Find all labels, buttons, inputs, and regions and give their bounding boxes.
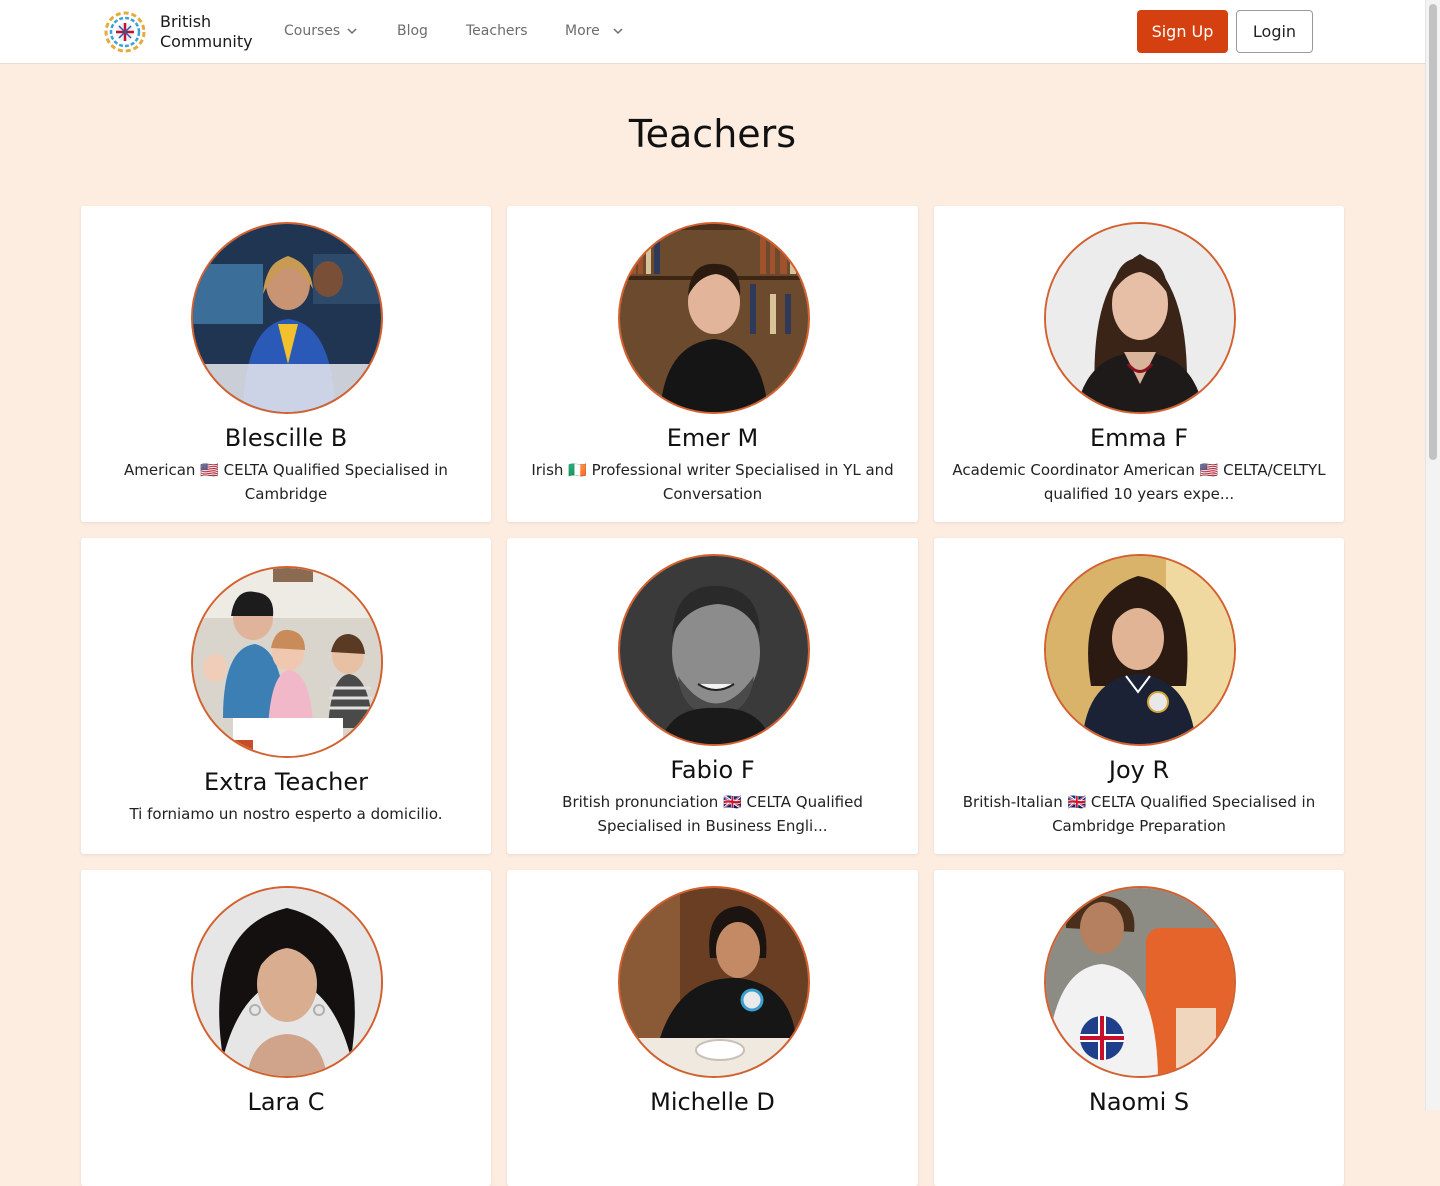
teacher-name: Emma F	[1089, 424, 1189, 452]
teacher-avatar	[617, 222, 810, 414]
nav-courses-label: Courses	[284, 23, 341, 39]
teacher-name: Joy R	[1108, 756, 1170, 784]
teacher-card[interactable]: Extra Teacher Ti forniamo un nostro espe…	[81, 538, 491, 854]
teacher-description: American 🇺🇸 CELTA Qualified Specialised …	[124, 461, 448, 503]
teacher-description: Academic Coordinator American 🇺🇸 CELTA/C…	[952, 461, 1326, 503]
teacher-avatar	[191, 222, 383, 414]
brand-line-1: British	[160, 12, 212, 31]
nav-blog-label: Blog	[397, 23, 428, 39]
teacher-avatar	[617, 886, 810, 1078]
teacher-description: Ti forniamo un nostro esperto a domicili…	[129, 805, 443, 823]
british-community-logo-icon[interactable]	[104, 11, 146, 53]
teacher-photo-icon	[1046, 888, 1234, 1076]
teacher-name: Fabio F	[670, 756, 755, 784]
teacher-photo-icon	[619, 556, 808, 744]
teacher-card[interactable]: Fabio F British pronunciation 🇬🇧 CELTA Q…	[507, 538, 918, 854]
teacher-name: Emer M	[666, 424, 759, 452]
nav-more-label: More	[565, 23, 600, 39]
nav-more[interactable]: More	[565, 23, 624, 39]
teacher-avatar	[191, 886, 383, 1078]
sign-up-button[interactable]: Sign Up	[1137, 10, 1228, 53]
teacher-card[interactable]: Joy R British-Italian 🇬🇧 CELTA Qualified…	[934, 538, 1344, 854]
brand-line-2: Community	[160, 32, 253, 51]
teacher-name: Naomi S	[1088, 1088, 1190, 1116]
scrollbar-thumb[interactable]	[1429, 4, 1437, 460]
teacher-card[interactable]: Emma F Academic Coordinator American 🇺🇸 …	[934, 206, 1344, 522]
teacher-card[interactable]: Emer M Irish 🇮🇪 Professional writer Spec…	[507, 206, 918, 522]
teacher-avatar	[1044, 554, 1236, 746]
teacher-avatar	[1044, 886, 1236, 1078]
nav-courses[interactable]: Courses	[284, 23, 358, 39]
teacher-photo-icon	[193, 888, 381, 1076]
teacher-avatar	[191, 566, 383, 758]
chevron-down-icon	[347, 28, 357, 35]
page-title: Teachers	[628, 112, 797, 156]
nav-blog[interactable]: Blog	[397, 23, 428, 39]
teacher-avatar	[617, 554, 810, 746]
brand-name[interactable]: British Community	[160, 12, 253, 52]
teacher-photo-icon	[1046, 556, 1234, 744]
teacher-description: British-Italian 🇬🇧 CELTA Qualified Speci…	[962, 793, 1316, 835]
teacher-name: Blescille B	[224, 424, 348, 452]
teacher-card[interactable]: Michelle D	[507, 870, 918, 1186]
site-header: British Community Courses Blog Teachers …	[0, 0, 1425, 64]
teacher-card[interactable]: Naomi S	[934, 870, 1344, 1186]
teacher-photo-icon	[193, 224, 381, 412]
teacher-photo-icon	[619, 888, 808, 1076]
nav-teachers-label: Teachers	[466, 23, 528, 39]
nav-teachers[interactable]: Teachers	[466, 23, 528, 39]
teacher-photo-icon	[619, 224, 808, 412]
teacher-photo-icon	[193, 568, 381, 756]
teacher-name: Extra Teacher	[203, 768, 369, 796]
chevron-down-icon	[613, 28, 623, 35]
teacher-description: Irish 🇮🇪 Professional writer Specialised…	[531, 461, 894, 503]
teacher-name: Lara C	[247, 1088, 325, 1116]
teachers-grid: Blescille B American 🇺🇸 CELTA Qualified …	[81, 206, 1344, 1186]
teacher-card[interactable]: Lara C	[81, 870, 491, 1186]
teacher-name: Michelle D	[650, 1088, 775, 1116]
login-button[interactable]: Login	[1236, 10, 1313, 53]
teacher-photo-icon	[1046, 224, 1234, 412]
teacher-description: British pronunciation 🇬🇧 CELTA Qualified…	[562, 793, 863, 835]
teacher-card[interactable]: Blescille B American 🇺🇸 CELTA Qualified …	[81, 206, 491, 522]
teacher-avatar	[1044, 222, 1236, 414]
page-scrollbar[interactable]	[1425, 0, 1440, 1110]
